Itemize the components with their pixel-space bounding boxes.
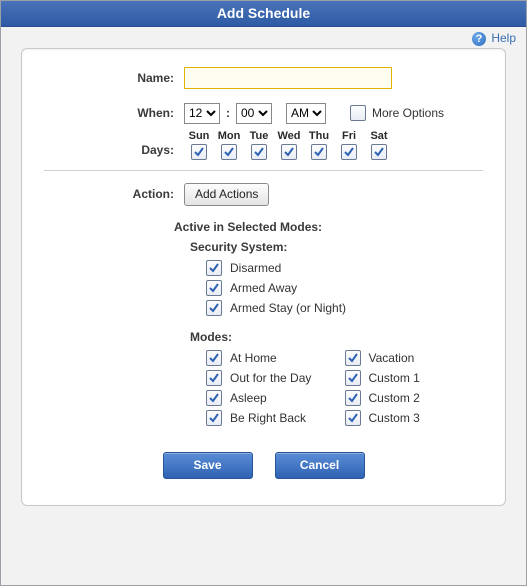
day-checkbox-thu[interactable] bbox=[311, 144, 327, 160]
title-text: Add Schedule bbox=[217, 5, 310, 21]
mode-item-label: At Home bbox=[230, 351, 277, 365]
more-options-label: More Options bbox=[372, 106, 444, 120]
name-input[interactable] bbox=[184, 67, 392, 89]
mode-item-label: Custom 2 bbox=[369, 391, 420, 405]
mode-item-checkbox[interactable] bbox=[206, 370, 222, 386]
day-header: Sat bbox=[364, 130, 394, 142]
mode-item-label: Out for the Day bbox=[230, 371, 311, 385]
security-item-row: Armed Stay (or Night) bbox=[206, 300, 483, 316]
days-label: Days: bbox=[44, 130, 184, 157]
help-link[interactable]: ? Help bbox=[472, 31, 516, 45]
save-label: Save bbox=[193, 458, 221, 472]
mode-item-row: Out for the Day bbox=[206, 370, 345, 386]
mode-item-label: Be Right Back bbox=[230, 411, 306, 425]
add-actions-button[interactable]: Add Actions bbox=[184, 183, 269, 206]
cancel-label: Cancel bbox=[300, 458, 339, 472]
security-item-label: Armed Stay (or Night) bbox=[230, 301, 346, 315]
days-row: Days: SunMonTueWedThuFriSat bbox=[44, 130, 483, 160]
mode-item-label: Vacation bbox=[369, 351, 415, 365]
more-options-checkbox[interactable] bbox=[350, 105, 366, 121]
day-checkbox-tue[interactable] bbox=[251, 144, 267, 160]
button-row: Save Cancel bbox=[44, 452, 483, 479]
modes-col-2: Vacation Custom 1 Custom 2 Custom 3 bbox=[345, 350, 484, 430]
form-panel: Name: When: 121234567891011 : 00153045 A… bbox=[21, 48, 506, 506]
security-item-checkbox[interactable] bbox=[206, 260, 222, 276]
mode-item-checkbox[interactable] bbox=[345, 390, 361, 406]
mode-item-checkbox[interactable] bbox=[345, 410, 361, 426]
mode-item-label: Custom 3 bbox=[369, 411, 420, 425]
mode-item-label: Custom 1 bbox=[369, 371, 420, 385]
mode-item-row: At Home bbox=[206, 350, 345, 366]
mode-item-row: Custom 3 bbox=[345, 410, 484, 426]
day-header: Sun bbox=[184, 130, 214, 142]
day-checkbox-fri[interactable] bbox=[341, 144, 357, 160]
modes-col-1: At Home Out for the Day Asleep Be Right Bac… bbox=[206, 350, 345, 430]
divider bbox=[44, 170, 483, 171]
security-item-row: Armed Away bbox=[206, 280, 483, 296]
hour-select[interactable]: 121234567891011 bbox=[184, 103, 220, 124]
time-colon: : bbox=[226, 106, 230, 120]
add-actions-label: Add Actions bbox=[195, 187, 258, 201]
security-item-row: Disarmed bbox=[206, 260, 483, 276]
action-row: Action: Add Actions bbox=[44, 183, 483, 206]
mode-item-row: Custom 2 bbox=[345, 390, 484, 406]
mode-item-row: Be Right Back bbox=[206, 410, 345, 426]
days-grid: SunMonTueWedThuFriSat bbox=[184, 130, 394, 160]
minute-select[interactable]: 00153045 bbox=[236, 103, 272, 124]
ampm-select[interactable]: AMPM bbox=[286, 103, 326, 124]
day-header: Wed bbox=[274, 130, 304, 142]
when-row: When: 121234567891011 : 00153045 AMPM Mo… bbox=[44, 103, 483, 124]
mode-item-row: Custom 1 bbox=[345, 370, 484, 386]
mode-item-label: Asleep bbox=[230, 391, 267, 405]
modes-columns: At Home Out for the Day Asleep Be Right Bac… bbox=[206, 350, 483, 430]
security-system-title: Security System: bbox=[190, 240, 483, 254]
help-label: Help bbox=[491, 31, 516, 45]
security-item-checkbox[interactable] bbox=[206, 280, 222, 296]
day-checkbox-mon[interactable] bbox=[221, 144, 237, 160]
mode-item-checkbox[interactable] bbox=[206, 410, 222, 426]
when-label: When: bbox=[44, 106, 184, 120]
day-header: Fri bbox=[334, 130, 364, 142]
security-item-label: Armed Away bbox=[230, 281, 297, 295]
mode-item-row: Asleep bbox=[206, 390, 345, 406]
save-button[interactable]: Save bbox=[163, 452, 253, 479]
titlebar: Add Schedule bbox=[1, 1, 526, 27]
security-list: Disarmed Armed Away Armed Stay (or Night) bbox=[206, 260, 483, 316]
mode-item-checkbox[interactable] bbox=[345, 350, 361, 366]
day-header: Thu bbox=[304, 130, 334, 142]
day-checkbox-sun[interactable] bbox=[191, 144, 207, 160]
modes-title: Modes: bbox=[190, 330, 483, 344]
help-icon: ? bbox=[472, 32, 486, 46]
security-item-label: Disarmed bbox=[230, 261, 281, 275]
mode-item-checkbox[interactable] bbox=[206, 390, 222, 406]
day-checkbox-sat[interactable] bbox=[371, 144, 387, 160]
active-modes-title: Active in Selected Modes: bbox=[174, 220, 483, 234]
name-row: Name: bbox=[44, 67, 483, 89]
action-label: Action: bbox=[44, 187, 184, 201]
more-options-group: More Options bbox=[350, 105, 444, 121]
help-row: ? Help bbox=[1, 27, 526, 48]
name-label: Name: bbox=[44, 71, 184, 85]
mode-item-checkbox[interactable] bbox=[345, 370, 361, 386]
active-modes-block: Active in Selected Modes: Security Syste… bbox=[174, 220, 483, 430]
add-schedule-window: Add Schedule ? Help Name: When: 12123456… bbox=[0, 0, 527, 586]
day-checkbox-wed[interactable] bbox=[281, 144, 297, 160]
cancel-button[interactable]: Cancel bbox=[275, 452, 365, 479]
day-header: Mon bbox=[214, 130, 244, 142]
mode-item-row: Vacation bbox=[345, 350, 484, 366]
security-item-checkbox[interactable] bbox=[206, 300, 222, 316]
day-header: Tue bbox=[244, 130, 274, 142]
mode-item-checkbox[interactable] bbox=[206, 350, 222, 366]
